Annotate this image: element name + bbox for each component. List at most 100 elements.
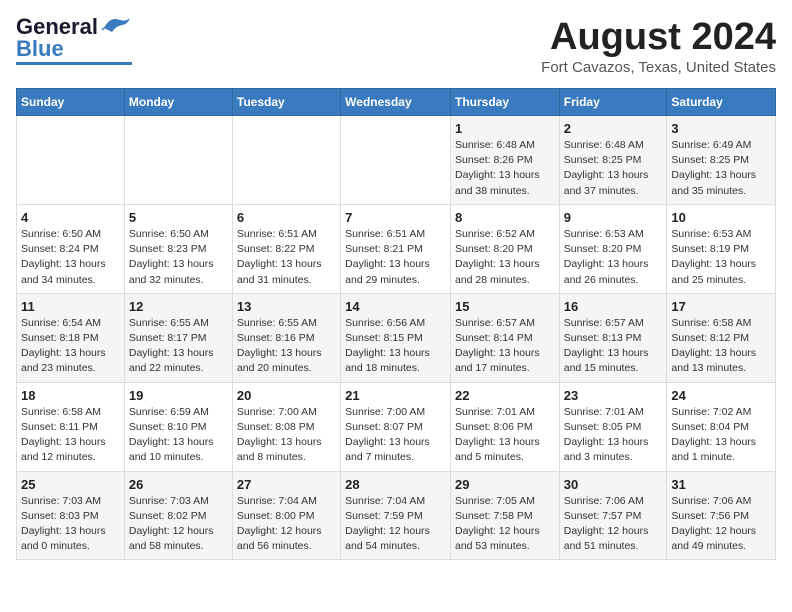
day-number: 26 — [129, 477, 228, 492]
day-info: Sunrise: 6:52 AMSunset: 8:20 PMDaylight:… — [455, 227, 555, 288]
day-info: Sunrise: 7:05 AMSunset: 7:58 PMDaylight:… — [455, 494, 555, 555]
calendar-cell: 8 Sunrise: 6:52 AMSunset: 8:20 PMDaylight… — [450, 204, 559, 293]
day-info: Sunrise: 6:58 AMSunset: 8:11 PMDaylight:… — [21, 405, 120, 466]
day-info: Sunrise: 7:03 AMSunset: 8:03 PMDaylight:… — [21, 494, 120, 555]
calendar-week-1: 1Sunrise: 6:48 AMSunset: 8:26 PMDaylight… — [17, 116, 776, 205]
calendar-cell: 22 Sunrise: 7:01 AMSunset: 8:06 PMDayligh… — [450, 382, 559, 471]
calendar-cell: 31Sunrise: 7:06 AMSunset: 7:56 PMDayligh… — [667, 471, 776, 560]
day-number: 20 — [237, 388, 336, 403]
day-number: 3 — [671, 121, 771, 136]
day-number: 29 — [455, 477, 555, 492]
calendar-cell: 11Sunrise: 6:54 AMSunset: 8:18 PMDayligh… — [17, 293, 125, 382]
title-area: August 2024 Fort Cavazos, Texas, United … — [541, 16, 776, 76]
day-number: 31 — [671, 477, 771, 492]
calendar-cell: 30 Sunrise: 7:06 AMSunset: 7:57 PMDayligh… — [559, 471, 667, 560]
day-number: 27 — [237, 477, 336, 492]
logo-blue: Blue — [16, 38, 64, 60]
calendar-cell: 10 Sunrise: 6:53 AMSunset: 8:19 PMDayligh… — [667, 204, 776, 293]
weekday-header-tuesday: Tuesday — [232, 89, 340, 116]
day-number: 19 — [129, 388, 228, 403]
day-number: 14 — [345, 299, 446, 314]
day-number: 22 — [455, 388, 555, 403]
calendar-cell: 27 Sunrise: 7:04 AMSunset: 8:00 PMDayligh… — [232, 471, 340, 560]
calendar-cell — [341, 116, 451, 205]
calendar-cell: 5Sunrise: 6:50 AMSunset: 8:23 PMDaylight… — [124, 204, 232, 293]
calendar-cell: 13Sunrise: 6:55 AMSunset: 8:16 PMDayligh… — [232, 293, 340, 382]
day-info: Sunrise: 7:06 AMSunset: 7:57 PMDaylight:… — [564, 494, 663, 555]
day-number: 16 — [564, 299, 663, 314]
calendar-cell: 4Sunrise: 6:50 AMSunset: 8:24 PMDaylight… — [17, 204, 125, 293]
day-info: Sunrise: 6:51 AMSunset: 8:22 PMDaylight:… — [237, 227, 336, 288]
logo-bird-icon — [100, 14, 132, 36]
day-info: Sunrise: 6:53 AMSunset: 8:19 PMDaylight:… — [671, 227, 771, 288]
day-number: 15 — [455, 299, 555, 314]
calendar-cell: 15 Sunrise: 6:57 AMSunset: 8:14 PMDayligh… — [450, 293, 559, 382]
day-number: 8 — [455, 210, 555, 225]
day-info: Sunrise: 6:59 AMSunset: 8:10 PMDaylight:… — [129, 405, 228, 466]
calendar-cell: 18 Sunrise: 6:58 AMSunset: 8:11 PMDayligh… — [17, 382, 125, 471]
day-number: 21 — [345, 388, 446, 403]
day-info: Sunrise: 6:49 AMSunset: 8:25 PMDaylight:… — [671, 138, 771, 199]
day-info: Sunrise: 7:00 AMSunset: 8:07 PMDaylight:… — [345, 405, 446, 466]
day-info: Sunrise: 6:50 AMSunset: 8:23 PMDaylight:… — [129, 227, 228, 288]
day-number: 30 — [564, 477, 663, 492]
calendar-cell: 12Sunrise: 6:55 AMSunset: 8:17 PMDayligh… — [124, 293, 232, 382]
calendar-cell: 16 Sunrise: 6:57 AMSunset: 8:13 PMDayligh… — [559, 293, 667, 382]
day-number: 6 — [237, 210, 336, 225]
day-number: 23 — [564, 388, 663, 403]
calendar-cell — [232, 116, 340, 205]
logo-general: General — [16, 16, 98, 38]
weekday-header-thursday: Thursday — [450, 89, 559, 116]
day-info: Sunrise: 7:01 AMSunset: 8:05 PMDaylight:… — [564, 405, 663, 466]
day-info: Sunrise: 7:03 AMSunset: 8:02 PMDaylight:… — [129, 494, 228, 555]
day-info: Sunrise: 7:00 AMSunset: 8:08 PMDaylight:… — [237, 405, 336, 466]
day-number: 13 — [237, 299, 336, 314]
day-info: Sunrise: 6:57 AMSunset: 8:14 PMDaylight:… — [455, 316, 555, 377]
calendar-cell: 9Sunrise: 6:53 AMSunset: 8:20 PMDaylight… — [559, 204, 667, 293]
calendar-cell: 25Sunrise: 7:03 AMSunset: 8:03 PMDayligh… — [17, 471, 125, 560]
calendar-cell — [17, 116, 125, 205]
day-info: Sunrise: 6:50 AMSunset: 8:24 PMDaylight:… — [21, 227, 120, 288]
calendar-cell: 14Sunrise: 6:56 AMSunset: 8:15 PMDayligh… — [341, 293, 451, 382]
day-info: Sunrise: 6:48 AMSunset: 8:25 PMDaylight:… — [564, 138, 663, 199]
day-number: 17 — [671, 299, 771, 314]
day-number: 18 — [21, 388, 120, 403]
calendar-cell: 23 Sunrise: 7:01 AMSunset: 8:05 PMDayligh… — [559, 382, 667, 471]
calendar-table: SundayMondayTuesdayWednesdayThursdayFrid… — [16, 88, 776, 560]
calendar-week-5: 25Sunrise: 7:03 AMSunset: 8:03 PMDayligh… — [17, 471, 776, 560]
calendar-cell: 7 Sunrise: 6:51 AMSunset: 8:21 PMDaylight… — [341, 204, 451, 293]
calendar-cell: 24Sunrise: 7:02 AMSunset: 8:04 PMDayligh… — [667, 382, 776, 471]
calendar-cell: 26 Sunrise: 7:03 AMSunset: 8:02 PMDayligh… — [124, 471, 232, 560]
day-info: Sunrise: 6:51 AMSunset: 8:21 PMDaylight:… — [345, 227, 446, 288]
weekday-header-friday: Friday — [559, 89, 667, 116]
day-info: Sunrise: 7:01 AMSunset: 8:06 PMDaylight:… — [455, 405, 555, 466]
day-number: 28 — [345, 477, 446, 492]
weekday-header-saturday: Saturday — [667, 89, 776, 116]
day-info: Sunrise: 6:57 AMSunset: 8:13 PMDaylight:… — [564, 316, 663, 377]
logo-underline — [16, 62, 132, 65]
month-title: August 2024 — [541, 16, 776, 59]
calendar-week-2: 4Sunrise: 6:50 AMSunset: 8:24 PMDaylight… — [17, 204, 776, 293]
calendar-cell: 29 Sunrise: 7:05 AMSunset: 7:58 PMDayligh… — [450, 471, 559, 560]
calendar-cell: 2 Sunrise: 6:48 AMSunset: 8:25 PMDaylight… — [559, 116, 667, 205]
page-header: General Blue August 2024 Fort Cavazos, T… — [16, 16, 776, 76]
day-info: Sunrise: 6:58 AMSunset: 8:12 PMDaylight:… — [671, 316, 771, 377]
calendar-cell: 20 Sunrise: 7:00 AMSunset: 8:08 PMDayligh… — [232, 382, 340, 471]
day-info: Sunrise: 7:04 AMSunset: 8:00 PMDaylight:… — [237, 494, 336, 555]
calendar-cell: 28 Sunrise: 7:04 AMSunset: 7:59 PMDayligh… — [341, 471, 451, 560]
day-number: 10 — [671, 210, 771, 225]
calendar-cell: 6 Sunrise: 6:51 AMSunset: 8:22 PMDaylight… — [232, 204, 340, 293]
day-info: Sunrise: 6:55 AMSunset: 8:17 PMDaylight:… — [129, 316, 228, 377]
day-info: Sunrise: 6:48 AMSunset: 8:26 PMDaylight:… — [455, 138, 555, 199]
weekday-header-row: SundayMondayTuesdayWednesdayThursdayFrid… — [17, 89, 776, 116]
day-number: 7 — [345, 210, 446, 225]
calendar-cell: 1Sunrise: 6:48 AMSunset: 8:26 PMDaylight… — [450, 116, 559, 205]
logo: General Blue — [16, 16, 132, 65]
location: Fort Cavazos, Texas, United States — [541, 59, 776, 76]
day-number: 2 — [564, 121, 663, 136]
day-info: Sunrise: 7:04 AMSunset: 7:59 PMDaylight:… — [345, 494, 446, 555]
calendar-week-4: 18 Sunrise: 6:58 AMSunset: 8:11 PMDayligh… — [17, 382, 776, 471]
day-number: 24 — [671, 388, 771, 403]
day-info: Sunrise: 6:53 AMSunset: 8:20 PMDaylight:… — [564, 227, 663, 288]
calendar-cell: 21 Sunrise: 7:00 AMSunset: 8:07 PMDayligh… — [341, 382, 451, 471]
